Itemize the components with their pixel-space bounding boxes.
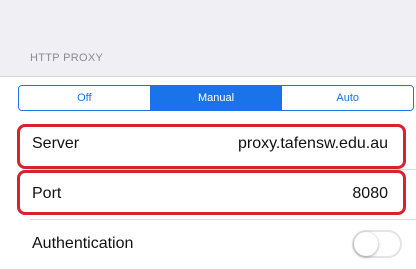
segment-auto[interactable]: Auto bbox=[282, 86, 413, 110]
toggle-knob bbox=[354, 232, 378, 256]
proxy-mode-segmented-control: Off Manual Auto bbox=[18, 85, 414, 111]
port-highlight-outline bbox=[17, 170, 406, 215]
segment-off[interactable]: Off bbox=[19, 86, 151, 110]
authentication-label: Authentication bbox=[32, 235, 134, 252]
http-proxy-header: HTTP PROXY bbox=[30, 52, 104, 64]
authentication-row: Authentication bbox=[0, 219, 416, 269]
proxy-mode-bar: Off Manual Auto bbox=[0, 76, 416, 120]
server-highlight-outline bbox=[17, 124, 406, 169]
authentication-toggle[interactable] bbox=[352, 230, 402, 258]
segment-manual[interactable]: Manual bbox=[150, 86, 283, 110]
